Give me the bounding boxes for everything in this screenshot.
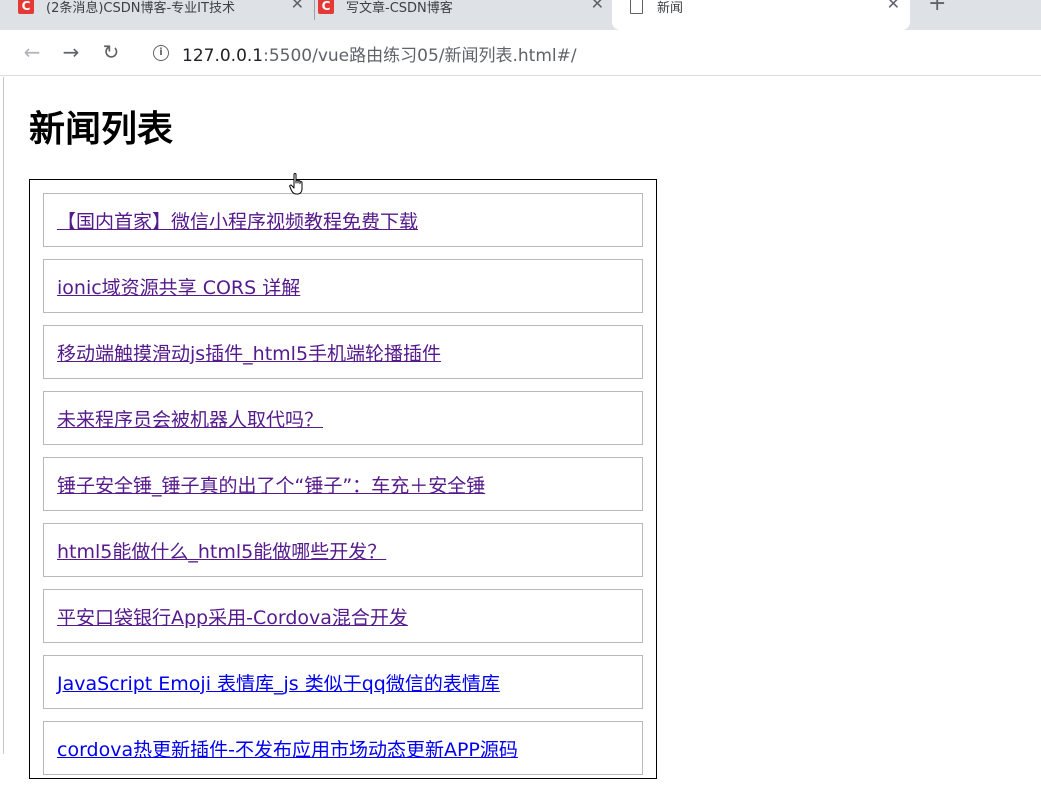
news-item: JavaScript Emoji 表情库_js 类似于qq微信的表情库 <box>43 655 643 709</box>
news-item: html5能做什么_html5能做哪些开发？ <box>43 523 643 577</box>
news-link[interactable]: 平安口袋银行App采用-Cordova混合开发 <box>57 603 408 630</box>
page-icon <box>630 0 643 14</box>
back-arrow-icon[interactable]: ← <box>20 40 44 64</box>
close-tab-icon[interactable]: ✕ <box>591 0 604 13</box>
tab-divider <box>314 0 315 20</box>
new-tab-icon[interactable]: + <box>928 0 946 16</box>
news-link[interactable]: 移动端触摸滑动js插件_html5手机端轮播插件 <box>57 339 441 366</box>
tab-title: 写文章-CSDN博客 <box>346 0 453 16</box>
close-tab-icon[interactable]: ✕ <box>887 0 900 13</box>
tab-strip: C (2条消息)CSDN博客-专业IT技术 ✕ C 写文章-CSDN博客 ✕ 新… <box>0 0 1041 30</box>
csdn-icon: C <box>318 0 334 14</box>
tab-csdn-messages[interactable]: C (2条消息)CSDN博客-专业IT技术 ✕ <box>18 0 314 30</box>
news-link[interactable]: 【国内首家】微信小程序视频教程免费下载 <box>57 207 418 234</box>
url-host: 127.0.0.1 <box>182 46 264 66</box>
news-item: cordova热更新插件-不发布应用市场动态更新APP源码 <box>43 721 643 775</box>
csdn-icon: C <box>18 0 34 14</box>
address-bar[interactable]: 127.0.0.1:5500/vue路由练习05/新闻列表.html#/ <box>182 41 577 66</box>
page-edge <box>3 77 4 754</box>
news-link[interactable]: html5能做什么_html5能做哪些开发？ <box>57 537 386 564</box>
tab-title: (2条消息)CSDN博客-专业IT技术 <box>46 0 235 16</box>
news-item: ionic域资源共享 CORS 详解 <box>43 259 643 313</box>
tab-news-active[interactable]: 新闻 ✕ <box>612 0 910 30</box>
news-link[interactable]: 锤子安全锤_锤子真的出了个“锤子”：车充＋安全锤 <box>57 471 485 498</box>
news-list: 【国内首家】微信小程序视频教程免费下载 ionic域资源共享 CORS 详解移动端… <box>43 193 643 787</box>
hand-cursor-icon <box>289 173 303 195</box>
news-item: 【国内首家】微信小程序视频教程免费下载 <box>43 193 643 247</box>
news-link[interactable]: ionic域资源共享 CORS 详解 <box>57 273 300 300</box>
news-list-container: 【国内首家】微信小程序视频教程免费下载 ionic域资源共享 CORS 详解移动端… <box>29 179 657 779</box>
reload-icon[interactable]: ↻ <box>99 40 123 64</box>
news-item: 锤子安全锤_锤子真的出了个“锤子”：车充＋安全锤 <box>43 457 643 511</box>
close-tab-icon[interactable]: ✕ <box>291 0 304 13</box>
forward-arrow-icon[interactable]: → <box>59 40 83 64</box>
site-info-icon[interactable]: i <box>153 45 169 61</box>
browser-toolbar: ← → ↻ i 127.0.0.1:5500/vue路由练习05/新闻列表.ht… <box>0 30 1041 76</box>
news-item: 移动端触摸滑动js插件_html5手机端轮播插件 <box>43 325 643 379</box>
news-link[interactable]: cordova热更新插件-不发布应用市场动态更新APP源码 <box>57 735 518 762</box>
tab-title: 新闻 <box>657 0 684 16</box>
news-item: 平安口袋银行App采用-Cordova混合开发 <box>43 589 643 643</box>
news-link[interactable]: 未来程序员会被机器人取代吗？ <box>57 405 323 432</box>
tab-write-article[interactable]: C 写文章-CSDN博客 ✕ <box>318 0 614 30</box>
news-link[interactable]: JavaScript Emoji 表情库_js 类似于qq微信的表情库 <box>57 669 500 696</box>
url-path: :5500/vue路由练习05/新闻列表.html#/ <box>263 46 577 66</box>
news-item: 未来程序员会被机器人取代吗？ <box>43 391 643 445</box>
page-title: 新闻列表 <box>29 109 174 150</box>
